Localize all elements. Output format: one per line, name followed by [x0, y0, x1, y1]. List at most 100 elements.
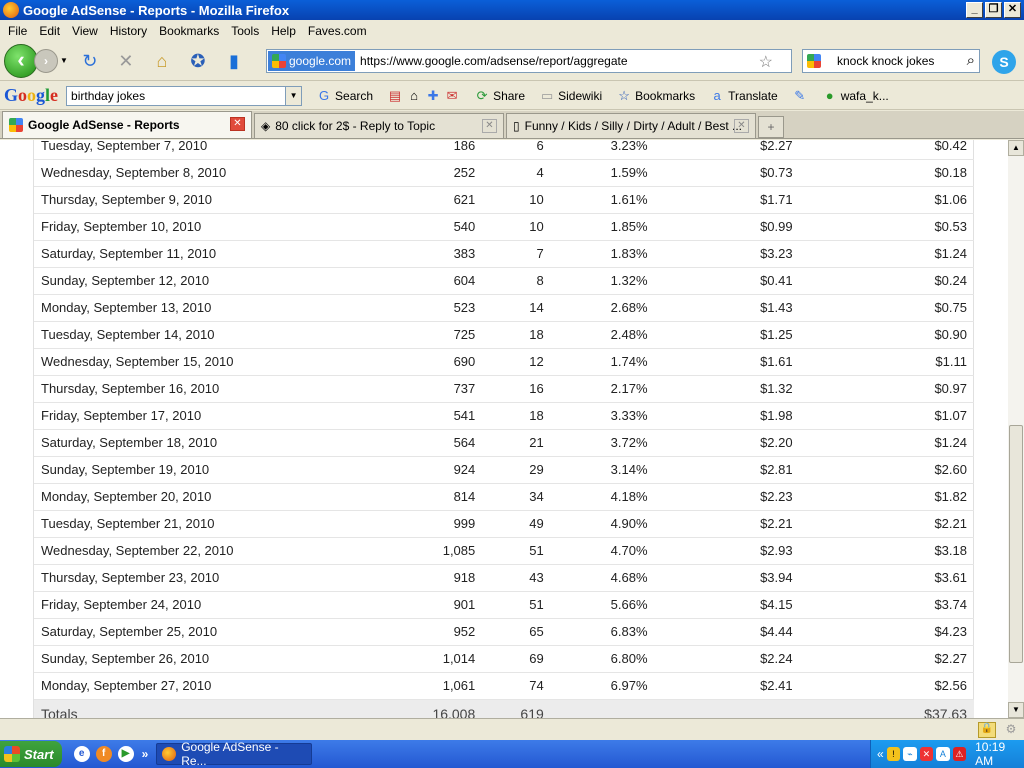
menu-view[interactable]: View	[66, 24, 104, 38]
cell-ctr: 3.33%	[543, 402, 648, 430]
account-button[interactable]: ● wafa_k...	[822, 88, 889, 104]
minimize-button[interactable]: _	[966, 2, 983, 18]
bookmark-ribbon-icon[interactable]: ▮	[222, 49, 246, 73]
address-bar[interactable]: google.com https://www.google.com/adsens…	[266, 49, 792, 73]
clock: 10:19 AM	[975, 740, 1006, 768]
language-icon[interactable]: A	[936, 747, 950, 761]
search-icon[interactable]: ⌕	[967, 52, 975, 69]
back-button[interactable]: ‹	[4, 43, 38, 78]
cell-date: Saturday, September 25, 2010	[34, 618, 357, 646]
cell-ctr: 5.66%	[543, 591, 648, 619]
restore-button[interactable]: ❐	[985, 2, 1002, 18]
cell-clicks: 69	[475, 645, 544, 673]
cell-ctr: 4.90%	[543, 510, 648, 538]
menu-bookmarks[interactable]: Bookmarks	[153, 24, 225, 38]
forward-button[interactable]: ›	[34, 48, 58, 73]
tab-reply-topic[interactable]: ◈ 80 click for 2$ - Reply to Topic ✕	[254, 113, 504, 138]
skype-icon[interactable]: S	[992, 50, 1016, 74]
search-engine-icon[interactable]	[807, 54, 821, 68]
menu-faves[interactable]: Faves.com	[302, 24, 373, 38]
close-tab-icon[interactable]: ✕	[230, 117, 245, 131]
taskbar-button-adsense[interactable]: Google AdSense - Re...	[156, 740, 313, 768]
award-icon[interactable]: ✪	[186, 49, 210, 73]
search-box[interactable]: knock knock jokes ⌕	[802, 49, 980, 73]
acrobat-icon[interactable]: ⚠	[952, 747, 967, 761]
cell-earnings: $2.27	[792, 645, 974, 673]
shield-icon[interactable]: !	[886, 747, 901, 761]
scroll-thumb[interactable]	[1009, 425, 1023, 663]
taskbar: Start e f ▶ » Google AdSense - Re... « !…	[0, 740, 1024, 768]
cell-earnings: $0.75	[792, 294, 974, 322]
network-icon[interactable]: ⌁	[903, 747, 917, 761]
cell-views: 690	[356, 348, 476, 376]
history-dropdown-icon[interactable]: ▼	[60, 56, 68, 65]
chevron-down-icon[interactable]: ▼	[285, 86, 302, 105]
home-icon[interactable]: ⌂	[150, 49, 174, 73]
cell-views: 924	[356, 456, 476, 484]
taskbar-button-label: Google AdSense - Re...	[181, 740, 279, 768]
scroll-down-button[interactable]: ▼	[1008, 702, 1024, 718]
menu-file[interactable]: File	[2, 24, 33, 38]
window-title: Google AdSense - Reports - Mozilla Firef…	[23, 2, 290, 18]
tab-funny-jokes[interactable]: ▯ Funny / Kids / Silly / Dirty / Adult /…	[506, 113, 756, 138]
quick-launch-chevron-icon[interactable]: »	[142, 747, 149, 761]
tab-title: Funny / Kids / Silly / Dirty / Adult / B…	[524, 119, 743, 133]
scroll-up-button[interactable]: ▲	[1008, 140, 1024, 156]
firefox-icon	[162, 747, 177, 761]
wrench-button[interactable]: ✎	[792, 88, 808, 104]
cell-clicks: 10	[475, 186, 544, 214]
sidewiki-button[interactable]: ▭ Sidewiki	[539, 88, 602, 104]
close-button[interactable]: ✕	[1004, 2, 1021, 18]
translate-button[interactable]: a Translate	[709, 88, 778, 104]
tray-collapse-icon[interactable]: «	[877, 747, 884, 761]
close-tab-icon[interactable]: ✕	[734, 119, 749, 133]
google-toolbar-search-input[interactable]: birthday jokes ▼	[66, 85, 303, 106]
cell-date: Thursday, September 9, 2010	[34, 186, 357, 214]
media-player-icon[interactable]: ▶	[117, 746, 134, 762]
vertical-scrollbar[interactable]: ▲ ▼	[1008, 140, 1024, 718]
cell-date: Saturday, September 18, 2010	[34, 429, 357, 457]
cell-cpc: $0.73	[647, 159, 793, 187]
bookmark-star-icon[interactable]: ☆	[759, 52, 773, 72]
cell-cpc: $1.71	[647, 186, 793, 214]
stop-icon[interactable]: ✕	[114, 49, 138, 73]
cell-clicks: 65	[475, 618, 544, 646]
antivirus-icon[interactable]: ✕	[919, 747, 934, 761]
google-search-button[interactable]: G Search	[316, 88, 373, 104]
firefox-launch-icon[interactable]: f	[95, 746, 112, 762]
menu-history[interactable]: History	[104, 24, 153, 38]
cell-clicks: 7	[475, 240, 544, 268]
cell-views: 186	[356, 140, 476, 160]
new-tab-button[interactable]: +	[758, 116, 784, 138]
cell-cpc: $3.23	[647, 240, 793, 268]
start-label: Start	[24, 746, 54, 762]
bookmarks-button[interactable]: ☆ Bookmarks	[616, 88, 695, 104]
totals-label: Totals	[34, 699, 357, 718]
start-button[interactable]: Start	[0, 741, 62, 767]
search-input[interactable]: knock knock jokes	[837, 54, 934, 68]
cell-date: Wednesday, September 15, 2010	[34, 348, 357, 376]
lock-icon[interactable]: 🔒	[978, 722, 996, 738]
menu-edit[interactable]: Edit	[33, 24, 66, 38]
ie-icon[interactable]: e	[73, 746, 90, 762]
menu-help[interactable]: Help	[265, 24, 302, 38]
report-table: Tuesday, September 7, 2010 186 6 3.23% $2.27…	[34, 140, 974, 718]
close-tab-icon[interactable]: ✕	[482, 119, 497, 133]
cell-cpc: $0.41	[647, 267, 793, 295]
wrench-icon: ✎	[794, 87, 806, 103]
share-button[interactable]: ⟳ Share	[474, 88, 525, 104]
menu-tools[interactable]: Tools	[225, 24, 265, 38]
resize-grip-icon[interactable]: ⚙	[1002, 722, 1020, 738]
toolbar-extra-buttons[interactable]: ▤ ⌂ ✚ ✉	[387, 88, 460, 104]
site-identity-button[interactable]: google.com	[268, 51, 356, 71]
share-label: Share	[493, 88, 526, 103]
tab-title: Google AdSense - Reports	[28, 118, 180, 132]
cell-date: Monday, September 13, 2010	[34, 294, 357, 322]
table-row: Friday, September 10, 2010 540 10 1.85% $0.9…	[34, 213, 974, 241]
window-titlebar: Google AdSense - Reports - Mozilla Firef…	[0, 0, 1024, 20]
cell-earnings: $3.18	[792, 537, 974, 565]
reload-icon[interactable]: ↻	[78, 49, 102, 73]
cell-views: 918	[356, 564, 476, 592]
cell-views: 621	[356, 186, 476, 214]
tab-adsense-reports[interactable]: Google AdSense - Reports ✕	[2, 111, 252, 138]
